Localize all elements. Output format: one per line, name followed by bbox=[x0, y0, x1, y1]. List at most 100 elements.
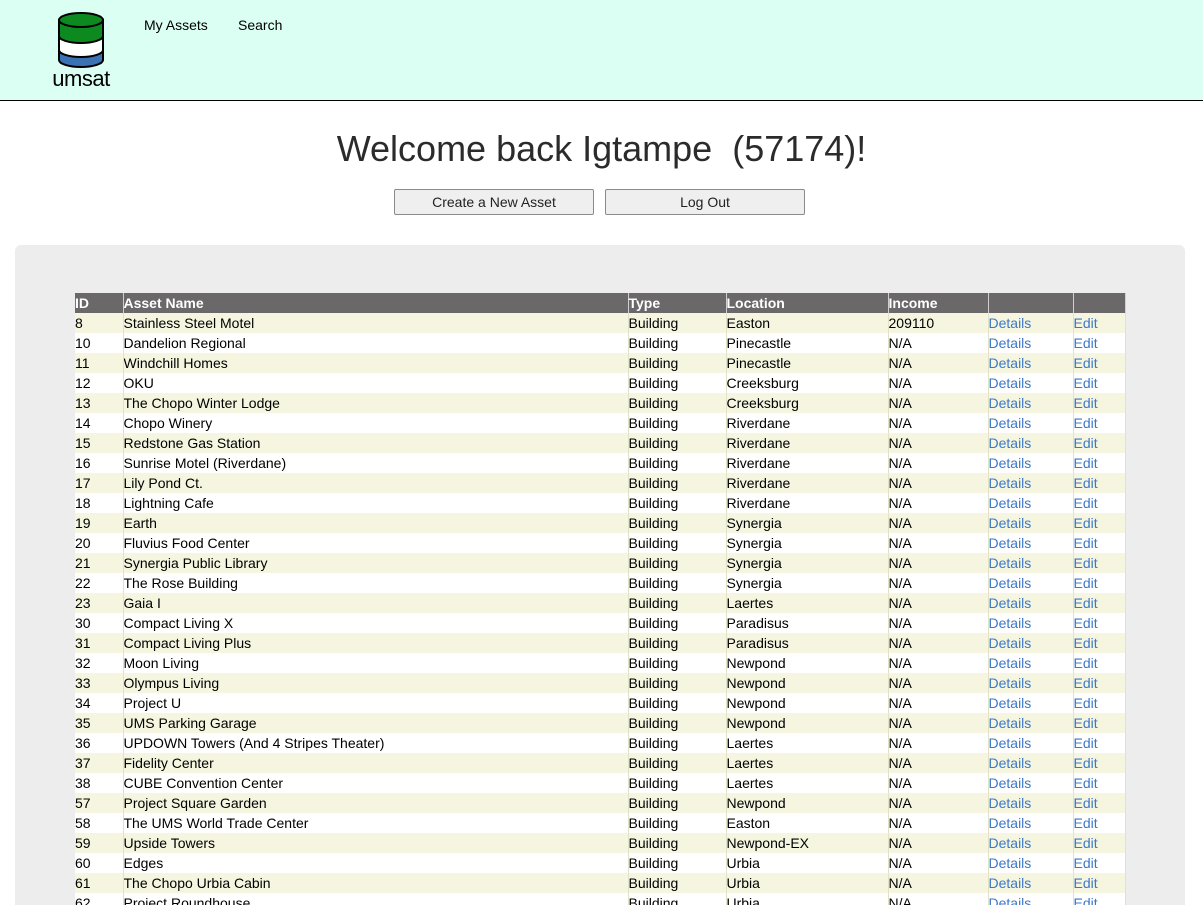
details-link[interactable]: Details bbox=[989, 335, 1032, 351]
cell-income: N/A bbox=[888, 473, 989, 493]
cell-details: Details bbox=[988, 633, 1074, 653]
edit-link[interactable]: Edit bbox=[1074, 755, 1098, 771]
cell-asset-name: Synergia Public Library bbox=[123, 553, 629, 573]
details-link[interactable]: Details bbox=[989, 895, 1032, 905]
edit-link[interactable]: Edit bbox=[1074, 635, 1098, 651]
edit-link[interactable]: Edit bbox=[1074, 455, 1098, 471]
cell-asset-name: Project U bbox=[123, 693, 629, 713]
details-link[interactable]: Details bbox=[989, 795, 1032, 811]
cell-id: 58 bbox=[75, 813, 124, 833]
cell-income: N/A bbox=[888, 573, 989, 593]
edit-link[interactable]: Edit bbox=[1074, 595, 1098, 611]
details-link[interactable]: Details bbox=[989, 675, 1032, 691]
cell-income: N/A bbox=[888, 653, 989, 673]
cell-edit: Edit bbox=[1073, 893, 1126, 905]
cell-id: 32 bbox=[75, 653, 124, 673]
create-asset-button[interactable]: Create a New Asset bbox=[394, 189, 594, 215]
cell-id: 37 bbox=[75, 753, 124, 773]
cell-edit: Edit bbox=[1073, 313, 1126, 333]
edit-link[interactable]: Edit bbox=[1074, 475, 1098, 491]
details-link[interactable]: Details bbox=[989, 355, 1032, 371]
cell-type: Building bbox=[628, 333, 727, 353]
table-row: 35 UMS Parking Garage Building Newpond N/A De… bbox=[75, 713, 1126, 733]
cell-type: Building bbox=[628, 313, 727, 333]
details-link[interactable]: Details bbox=[989, 375, 1032, 391]
nav-my-assets[interactable]: My Assets bbox=[144, 17, 208, 33]
table-row: 8 Stainless Steel Motel Building Easton 2091… bbox=[75, 313, 1126, 333]
cell-id: 18 bbox=[75, 493, 124, 513]
edit-link[interactable]: Edit bbox=[1074, 415, 1098, 431]
cell-details: Details bbox=[988, 893, 1074, 905]
details-link[interactable]: Details bbox=[989, 715, 1032, 731]
cell-asset-name: Earth bbox=[123, 513, 629, 533]
umsat-logo[interactable]: umsat bbox=[50, 12, 112, 91]
edit-link[interactable]: Edit bbox=[1074, 615, 1098, 631]
cell-edit: Edit bbox=[1073, 353, 1126, 373]
details-link[interactable]: Details bbox=[989, 755, 1032, 771]
log-out-button[interactable]: Log Out bbox=[605, 189, 805, 215]
table-row: 12 OKU Building Creeksburg N/A Details Edit bbox=[75, 373, 1126, 393]
edit-link[interactable]: Edit bbox=[1074, 815, 1098, 831]
edit-link[interactable]: Edit bbox=[1074, 775, 1098, 791]
edit-link[interactable]: Edit bbox=[1074, 495, 1098, 511]
details-link[interactable]: Details bbox=[989, 515, 1032, 531]
details-link[interactable]: Details bbox=[989, 435, 1032, 451]
details-link[interactable]: Details bbox=[989, 835, 1032, 851]
details-link[interactable]: Details bbox=[989, 395, 1032, 411]
cell-income: N/A bbox=[888, 893, 989, 905]
details-link[interactable]: Details bbox=[989, 575, 1032, 591]
table-row: 57 Project Square Garden Building Newpond N/… bbox=[75, 793, 1126, 813]
edit-link[interactable]: Edit bbox=[1074, 835, 1098, 851]
details-link[interactable]: Details bbox=[989, 815, 1032, 831]
cell-edit: Edit bbox=[1073, 753, 1126, 773]
edit-link[interactable]: Edit bbox=[1074, 895, 1098, 905]
table-row: 34 Project U Building Newpond N/A Details Edit bbox=[75, 693, 1126, 713]
cell-location: Newpond bbox=[726, 693, 889, 713]
details-link[interactable]: Details bbox=[989, 415, 1032, 431]
details-link[interactable]: Details bbox=[989, 615, 1032, 631]
details-link[interactable]: Details bbox=[989, 635, 1032, 651]
cell-id: 8 bbox=[75, 313, 124, 333]
details-link[interactable]: Details bbox=[989, 455, 1032, 471]
details-link[interactable]: Details bbox=[989, 595, 1032, 611]
edit-link[interactable]: Edit bbox=[1074, 515, 1098, 531]
cell-id: 10 bbox=[75, 333, 124, 353]
cell-type: Building bbox=[628, 393, 727, 413]
nav-search[interactable]: Search bbox=[238, 17, 282, 33]
edit-link[interactable]: Edit bbox=[1074, 695, 1098, 711]
edit-link[interactable]: Edit bbox=[1074, 395, 1098, 411]
edit-link[interactable]: Edit bbox=[1074, 715, 1098, 731]
details-link[interactable]: Details bbox=[989, 315, 1032, 331]
edit-link[interactable]: Edit bbox=[1074, 335, 1098, 351]
cell-edit: Edit bbox=[1073, 393, 1126, 413]
cell-edit: Edit bbox=[1073, 613, 1126, 633]
details-link[interactable]: Details bbox=[989, 655, 1032, 671]
cell-type: Building bbox=[628, 553, 727, 573]
edit-link[interactable]: Edit bbox=[1074, 675, 1098, 691]
details-link[interactable]: Details bbox=[989, 535, 1032, 551]
cell-id: 23 bbox=[75, 593, 124, 613]
cell-edit: Edit bbox=[1073, 593, 1126, 613]
edit-link[interactable]: Edit bbox=[1074, 315, 1098, 331]
edit-link[interactable]: Edit bbox=[1074, 655, 1098, 671]
edit-link[interactable]: Edit bbox=[1074, 535, 1098, 551]
details-link[interactable]: Details bbox=[989, 695, 1032, 711]
edit-link[interactable]: Edit bbox=[1074, 855, 1098, 871]
cell-edit: Edit bbox=[1073, 773, 1126, 793]
cell-location: Newpond bbox=[726, 673, 889, 693]
edit-link[interactable]: Edit bbox=[1074, 575, 1098, 591]
edit-link[interactable]: Edit bbox=[1074, 875, 1098, 891]
details-link[interactable]: Details bbox=[989, 855, 1032, 871]
details-link[interactable]: Details bbox=[989, 495, 1032, 511]
edit-link[interactable]: Edit bbox=[1074, 435, 1098, 451]
edit-link[interactable]: Edit bbox=[1074, 795, 1098, 811]
details-link[interactable]: Details bbox=[989, 775, 1032, 791]
edit-link[interactable]: Edit bbox=[1074, 735, 1098, 751]
details-link[interactable]: Details bbox=[989, 735, 1032, 751]
edit-link[interactable]: Edit bbox=[1074, 355, 1098, 371]
details-link[interactable]: Details bbox=[989, 875, 1032, 891]
edit-link[interactable]: Edit bbox=[1074, 375, 1098, 391]
details-link[interactable]: Details bbox=[989, 475, 1032, 491]
details-link[interactable]: Details bbox=[989, 555, 1032, 571]
edit-link[interactable]: Edit bbox=[1074, 555, 1098, 571]
